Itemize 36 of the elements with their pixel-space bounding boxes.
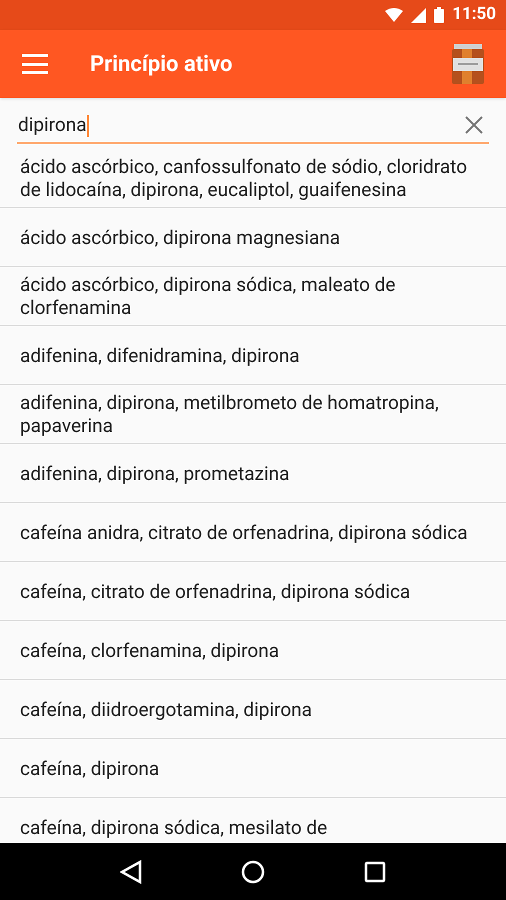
result-item[interactable]: cafeína, dipirona (0, 739, 506, 798)
wifi-icon (385, 8, 404, 22)
result-item[interactable]: ácido ascórbico, dipirona magnesiana (0, 208, 506, 267)
result-text: ácido ascórbico, dipirona magnesiana (20, 226, 340, 248)
result-text: cafeína, citrato de orfenadrina, dipirona sódica (20, 580, 410, 602)
result-item[interactable]: cafeína, diidroergotamina, dipirona (0, 680, 506, 739)
app-title: Princípio ativo (90, 50, 234, 78)
result-text: adifenina, difenidramina, dipirona (20, 344, 300, 366)
signal-icon (411, 8, 426, 22)
result-item[interactable]: adifenina, difenidramina, dipirona (0, 326, 506, 385)
recents-icon[interactable] (364, 860, 386, 882)
back-icon[interactable] (120, 860, 142, 884)
result-item[interactable]: ácido ascórbico, canfossulfonato de sódio, cloridrato de lidocaína, dipirona, eucaliptol, guaifenesina (0, 149, 506, 208)
jar-icon[interactable] (452, 44, 484, 84)
result-text: cafeína, dipirona (20, 756, 160, 780)
result-item[interactable]: cafeína, clorfenamina, dipirona (0, 621, 506, 680)
search-value: dipirona (18, 112, 90, 138)
result-text: adifenina, dipirona, prometazina (20, 462, 290, 484)
result-text: cafeína anidra, citrato de orfenadrina, dipirona sódica (20, 520, 468, 544)
result-text: adifenina, dipirona, metilbrometo de homatropina, papaverina (20, 391, 440, 437)
result-text: cafeína, diidroergotamina, dipirona (20, 698, 312, 720)
result-item[interactable]: ácido ascórbico, dipirona sódica, maleato de clorfenamina (0, 267, 506, 326)
search-field[interactable]: dipirona (17, 112, 489, 144)
result-text: cafeína, dipirona sódica, mesilato de (20, 816, 328, 838)
battery-icon (434, 7, 444, 23)
result-item[interactable]: adifenina, dipirona, prometazina (0, 444, 506, 503)
result-item[interactable]: cafeína anidra, citrato de orfenadrina, dipirona sódica (0, 503, 506, 562)
menu-button[interactable] (22, 54, 48, 74)
result-text: cafeína, clorfenamina, dipirona (20, 638, 280, 662)
result-item[interactable]: adifenina, dipirona, metilbrometo de homatropina, papaverina (0, 385, 506, 444)
result-text: ácido ascórbico, dipirona sódica, maleato de clorfenamina (20, 273, 396, 319)
result-text: ácido ascórbico, canfossulfonato de sódio, cloridrato de lidocaína, dipirona, eucaliptol, guaifenesina (20, 155, 468, 201)
home-icon[interactable] (240, 860, 265, 884)
close-icon[interactable] (465, 116, 483, 134)
status-time: 11:50 (452, 3, 496, 26)
result-item[interactable]: cafeína, citrato de orfenadrina, dipirona sódica (0, 562, 506, 621)
